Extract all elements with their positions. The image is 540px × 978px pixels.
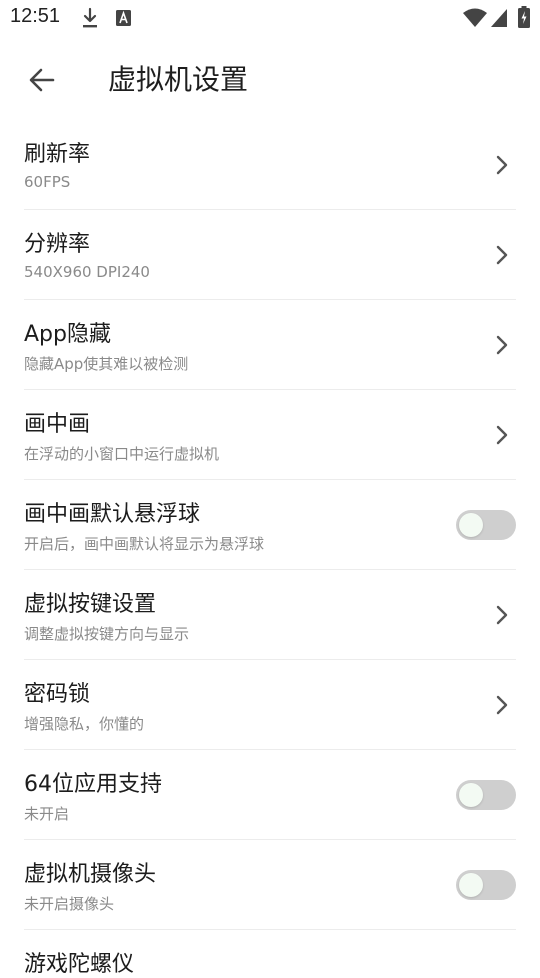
chevron-right-icon xyxy=(496,605,508,625)
setting-subtitle: 开启后，画中画默认将显示为悬浮球 xyxy=(24,535,265,553)
chevron-right-icon xyxy=(496,425,508,445)
setting-title: 分辨率 xyxy=(24,232,91,257)
setting-title: 画中画 xyxy=(24,412,91,437)
chevron-right-icon xyxy=(496,695,508,715)
setting-subtitle: 调整虚拟按键方向与显示 xyxy=(24,625,190,643)
status-bar: 12:51 xyxy=(0,0,540,36)
arrow-left-icon xyxy=(29,68,55,92)
chevron-right-icon xyxy=(496,245,508,265)
toggle-knob xyxy=(459,783,483,807)
setting-title: 虚拟机摄像头 xyxy=(24,862,157,887)
setting-refresh-rate[interactable]: 刷新率 60FPS xyxy=(0,120,540,210)
toggle-knob xyxy=(459,513,483,537)
setting-subtitle: 未开启摄像头 xyxy=(24,895,115,913)
pip-floating-ball-toggle[interactable] xyxy=(456,510,516,540)
vm-camera-toggle[interactable] xyxy=(456,870,516,900)
setting-app-hide[interactable]: App隐藏 隐藏App使其难以被检测 xyxy=(0,300,540,390)
setting-title: 密码锁 xyxy=(24,682,91,707)
setting-title: 刷新率 xyxy=(24,142,91,167)
settings-list: 刷新率 60FPS 分辨率 540X960 DPI240 App隐藏 隐藏App… xyxy=(0,120,540,977)
page-title: 虚拟机设置 xyxy=(108,63,249,96)
setting-picture-in-picture[interactable]: 画中画 在浮动的小窗口中运行虚拟机 xyxy=(0,390,540,480)
setting-subtitle: 60FPS xyxy=(24,173,71,191)
status-time: 12:51 xyxy=(10,5,61,27)
setting-resolution[interactable]: 分辨率 540X960 DPI240 xyxy=(0,210,540,300)
wifi-icon xyxy=(463,8,487,27)
setting-title: 画中画默认悬浮球 xyxy=(24,502,201,527)
setting-64bit-support: 64位应用支持 未开启 xyxy=(0,750,540,840)
chevron-right-icon xyxy=(496,155,508,175)
setting-subtitle: 增强隐私，你懂的 xyxy=(24,715,145,733)
setting-pip-floating-ball: 画中画默认悬浮球 开启后，画中画默认将显示为悬浮球 xyxy=(0,480,540,570)
setting-subtitle: 在浮动的小窗口中运行虚拟机 xyxy=(24,445,220,463)
setting-game-gyroscope[interactable]: 游戏陀螺仪 xyxy=(0,930,540,977)
download-icon xyxy=(83,7,97,28)
setting-title: 游戏陀螺仪 xyxy=(24,952,135,977)
a-badge-icon xyxy=(116,10,131,26)
toggle-knob xyxy=(459,873,483,897)
chevron-right-icon xyxy=(496,335,508,355)
signal-icon xyxy=(491,9,507,27)
setting-subtitle: 隐藏App使其难以被检测 xyxy=(24,355,189,373)
setting-vm-camera: 虚拟机摄像头 未开启摄像头 xyxy=(0,840,540,930)
back-button[interactable] xyxy=(22,60,62,100)
setting-password-lock[interactable]: 密码锁 增强隐私，你懂的 xyxy=(0,660,540,750)
setting-title: 64位应用支持 xyxy=(24,772,162,797)
setting-title: App隐藏 xyxy=(24,322,111,347)
app-bar: 虚拟机设置 xyxy=(0,44,540,114)
64bit-support-toggle[interactable] xyxy=(456,780,516,810)
battery-icon xyxy=(518,6,530,28)
setting-virtual-keys[interactable]: 虚拟按键设置 调整虚拟按键方向与显示 xyxy=(0,570,540,660)
setting-subtitle: 540X960 DPI240 xyxy=(24,263,150,281)
setting-subtitle: 未开启 xyxy=(24,805,70,823)
setting-title: 虚拟按键设置 xyxy=(24,592,157,617)
